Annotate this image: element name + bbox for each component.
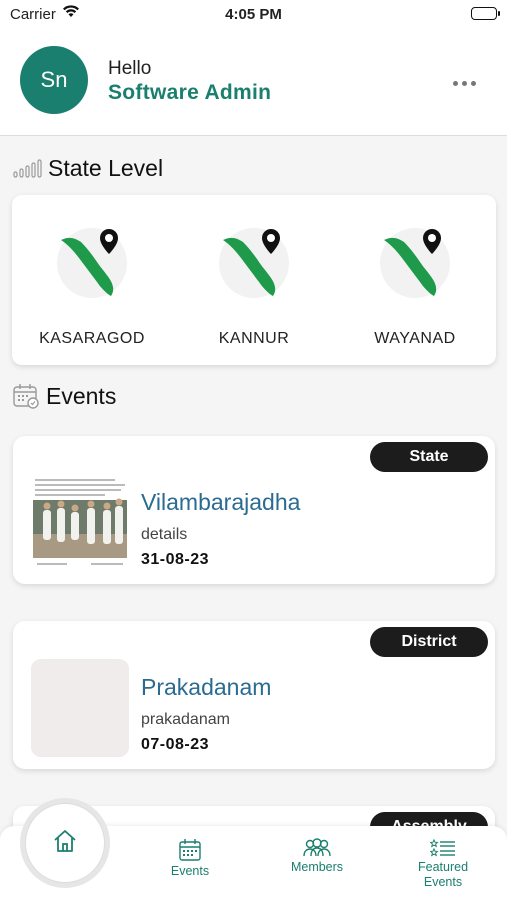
district-name: WAYANAD [374,330,456,347]
state-level-card: KASARAGOD KANNUR WAYANAD [12,195,496,365]
district-name: KASARAGOD [39,330,145,347]
profile-header: Sn Hello Software Admin [0,30,507,136]
district-kannur[interactable]: KANNUR [174,195,334,365]
members-icon [267,838,367,858]
status-bar: Carrier 4:05 PM [0,0,507,30]
event-details: prakadanam [141,711,230,728]
event-title: Prakadanam [141,674,272,700]
featured-list-icon [393,838,493,858]
nav-label: Featured Events [417,860,469,889]
district-kasaragod[interactable]: KASARAGOD [12,195,172,365]
event-level-badge: District [370,627,488,657]
event-date: 31-08-23 [141,551,210,568]
avatar[interactable]: Sn [20,46,88,114]
event-date: 07-08-23 [141,736,210,753]
event-details: details [141,526,188,543]
district-wayanad[interactable]: WAYANAD [335,195,495,365]
nav-featured-events[interactable]: Featured Events [393,838,493,890]
section-title: Events [46,382,117,409]
dot-icon [462,80,467,86]
state-level-heading: State Level [12,153,163,183]
event-card[interactable]: District Prakadanam prakadanam 07-08-23 [13,621,495,769]
event-card[interactable]: State Vilambarajadha details 31-08-23 [13,436,495,584]
nav-events[interactable]: Events [140,838,240,878]
home-button[interactable] [25,803,105,883]
calendar-icon [12,382,40,410]
status-time: 4:05 PM [225,6,282,23]
signal-bars-icon [12,157,42,179]
dot-icon [453,80,458,86]
district-name: KANNUR [218,330,290,347]
location-pin-icon [98,228,120,261]
battery-icon [471,7,500,20]
nav-label: Members [290,860,344,874]
event-level-badge: State [370,442,488,472]
greeting-text: Hello [108,58,152,79]
calendar-icon [140,838,240,862]
nav-label: Events [170,864,210,878]
home-icon [52,829,78,858]
event-thumbnail [31,474,129,572]
nav-members[interactable]: Members [267,838,367,874]
event-title: Vilambarajadha [141,489,301,515]
dot-icon [471,80,476,86]
user-name: Software Admin [108,81,272,104]
events-heading: Events [12,381,116,411]
location-pin-icon [260,228,282,261]
section-title: State Level [48,154,164,181]
location-pin-icon [421,228,443,261]
more-options-button[interactable] [453,78,477,88]
event-thumbnail-placeholder [31,659,129,757]
